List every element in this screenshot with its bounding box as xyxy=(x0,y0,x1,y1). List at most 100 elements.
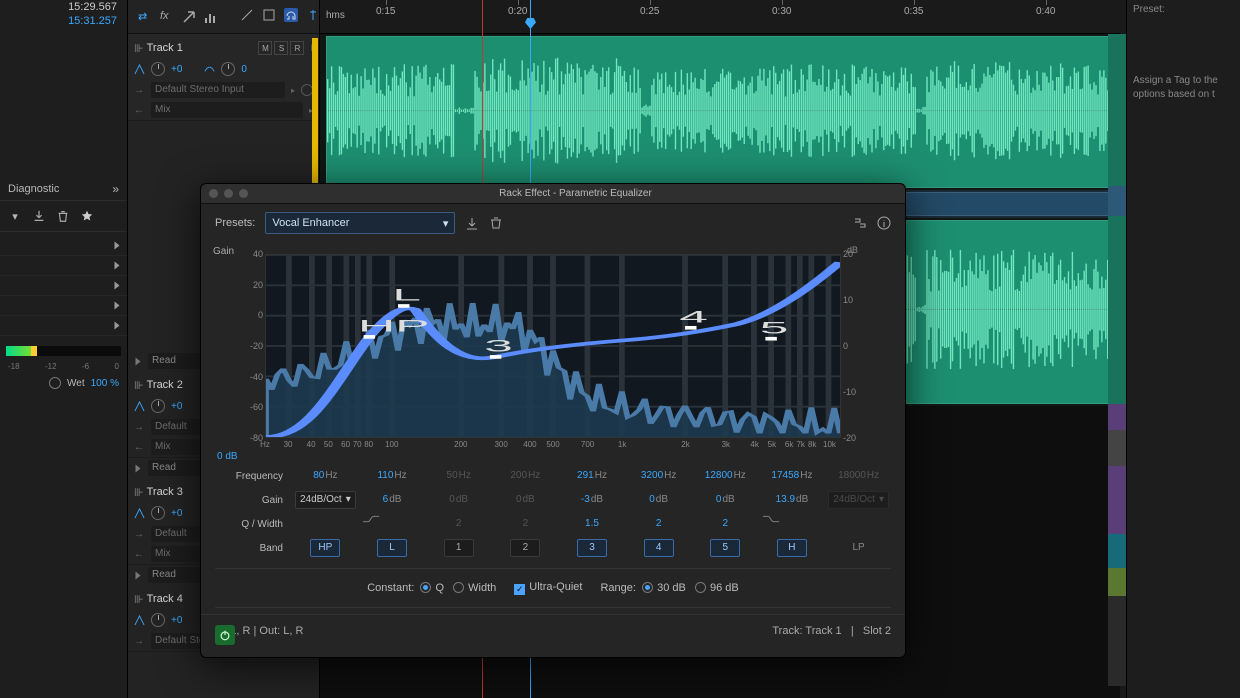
audio-clip[interactable] xyxy=(326,36,1114,188)
download-icon[interactable] xyxy=(32,209,46,223)
b5-q[interactable]: 2 xyxy=(723,518,729,529)
b2-freq[interactable]: 200 xyxy=(510,470,527,481)
high-shelf-icon[interactable] xyxy=(762,514,780,524)
time-tick: 0:15 xyxy=(376,6,395,17)
eq-graph[interactable]: HPL345 xyxy=(265,254,841,438)
minimize-icon[interactable] xyxy=(224,189,233,198)
band-lp-button[interactable]: LP xyxy=(844,539,874,557)
grip-icon[interactable]: ⊪ xyxy=(134,42,141,55)
l-gain[interactable]: 6 xyxy=(383,494,389,505)
b2-gain[interactable]: 0 xyxy=(516,494,522,505)
pan-value[interactable]: 0 xyxy=(241,64,247,75)
h-gain[interactable]: 13.9 xyxy=(776,494,795,505)
band-hp-button[interactable]: HP xyxy=(310,539,340,557)
volume-value[interactable]: +0 xyxy=(171,615,182,626)
checkbox-ultraquiet[interactable]: ✓ xyxy=(514,584,525,595)
b3-freq[interactable]: 291 xyxy=(577,470,594,481)
b5-freq[interactable]: 12800 xyxy=(705,470,733,481)
volume-value[interactable]: +0 xyxy=(171,401,182,412)
solo-button[interactable]: S xyxy=(274,41,288,55)
chevron-right-icon[interactable] xyxy=(136,571,141,579)
expand-icon[interactable]: » xyxy=(112,182,119,196)
star-icon[interactable] xyxy=(80,209,94,223)
lp-slope[interactable]: 24dB/Oct ▾ xyxy=(828,491,889,509)
sidebar-item[interactable] xyxy=(0,316,127,336)
track-name[interactable]: Track 1 xyxy=(147,42,253,54)
band-4-button[interactable]: 4 xyxy=(644,539,674,557)
sidebar-item[interactable] xyxy=(0,296,127,316)
sidebar-item[interactable] xyxy=(0,256,127,276)
tool-icon[interactable] xyxy=(262,8,276,22)
trash-icon[interactable] xyxy=(56,209,70,223)
b1-q[interactable]: 2 xyxy=(456,518,462,529)
save-preset-icon[interactable] xyxy=(465,216,479,230)
chevron-right-icon[interactable] xyxy=(136,357,141,365)
input-select[interactable]: Default Stereo Input xyxy=(151,82,285,98)
clip-lane[interactable] xyxy=(320,34,1120,190)
channel-map-icon[interactable] xyxy=(853,216,867,230)
band-5-button[interactable]: 5 xyxy=(710,539,740,557)
lp-freq[interactable]: 18000 xyxy=(838,470,866,481)
b4-freq[interactable]: 3200 xyxy=(641,470,663,481)
b4-q[interactable]: 2 xyxy=(656,518,662,529)
wet-knob[interactable] xyxy=(49,377,61,389)
radio-q[interactable] xyxy=(420,582,431,593)
diagnostics-label[interactable]: Diagnostic xyxy=(8,183,59,195)
hp-slope[interactable]: 24dB/Oct ▾ xyxy=(295,491,356,509)
maximize-icon[interactable] xyxy=(239,189,248,198)
radio-width[interactable] xyxy=(453,582,464,593)
radio-30db[interactable] xyxy=(642,582,653,593)
mute-button[interactable]: M xyxy=(258,41,272,55)
marker-icon[interactable] xyxy=(306,8,320,22)
h-freq[interactable]: 17458 xyxy=(771,470,799,481)
b4-gain[interactable]: 0 xyxy=(649,494,655,505)
power-button[interactable] xyxy=(215,625,235,645)
volume-value[interactable]: +0 xyxy=(171,508,182,519)
b1-gain[interactable]: 0 xyxy=(449,494,455,505)
pan-knob[interactable] xyxy=(221,62,235,76)
hp-freq[interactable]: 80 xyxy=(313,470,324,481)
band-1-button[interactable]: 1 xyxy=(444,539,474,557)
b3-gain[interactable]: -3 xyxy=(581,494,590,505)
headphones-icon[interactable] xyxy=(284,8,298,22)
minimap[interactable] xyxy=(1108,34,1126,698)
record-button[interactable]: R xyxy=(290,41,304,55)
eq-icon[interactable] xyxy=(204,10,218,24)
volume-knob[interactable] xyxy=(151,399,165,413)
volume-knob[interactable] xyxy=(151,613,165,627)
band-2-button[interactable]: 2 xyxy=(510,539,540,557)
wet-value[interactable]: 100 xyxy=(91,378,108,389)
sidebar-item[interactable] xyxy=(0,276,127,296)
delete-preset-icon[interactable] xyxy=(489,216,503,230)
chevron-right-icon[interactable] xyxy=(136,464,141,472)
volume-knob[interactable] xyxy=(151,506,165,520)
l-freq[interactable]: 110 xyxy=(377,470,393,481)
band-l-button[interactable]: L xyxy=(377,539,407,557)
send-icon[interactable] xyxy=(182,10,196,24)
b5-gain[interactable]: 0 xyxy=(716,494,722,505)
output-select[interactable]: Mix xyxy=(151,102,303,118)
band-h-button[interactable]: H xyxy=(777,539,807,557)
radio-96db[interactable] xyxy=(695,582,706,593)
preset-dropdown[interactable]: Vocal Enhancer▾ xyxy=(265,212,455,234)
low-shelf-icon[interactable] xyxy=(362,514,380,524)
b2-q[interactable]: 2 xyxy=(523,518,529,529)
sidebar-item[interactable] xyxy=(0,236,127,256)
input-icon: → xyxy=(134,529,145,540)
volume-knob[interactable] xyxy=(151,62,165,76)
grip-icon[interactable]: ⊪ xyxy=(134,593,141,606)
b1-freq[interactable]: 50 xyxy=(447,470,458,481)
b3-q[interactable]: 1.5 xyxy=(585,518,599,529)
window-titlebar[interactable]: Rack Effect - Parametric Equalizer xyxy=(201,184,905,204)
dropdown-icon[interactable]: ▾ xyxy=(8,209,22,223)
grip-icon[interactable]: ⊪ xyxy=(134,379,141,392)
close-icon[interactable] xyxy=(209,189,218,198)
grip-icon[interactable]: ⊪ xyxy=(134,486,141,499)
swap-icon[interactable]: ⇄ xyxy=(138,10,152,24)
time-ruler[interactable]: hms 0:150:200:250:300:350:400:45 xyxy=(320,0,1120,34)
tool-icon[interactable] xyxy=(240,8,254,22)
info-icon[interactable] xyxy=(877,216,891,230)
fx-icon[interactable]: fx xyxy=(160,10,174,24)
volume-value[interactable]: +0 xyxy=(171,64,182,75)
band-3-button[interactable]: 3 xyxy=(577,539,607,557)
